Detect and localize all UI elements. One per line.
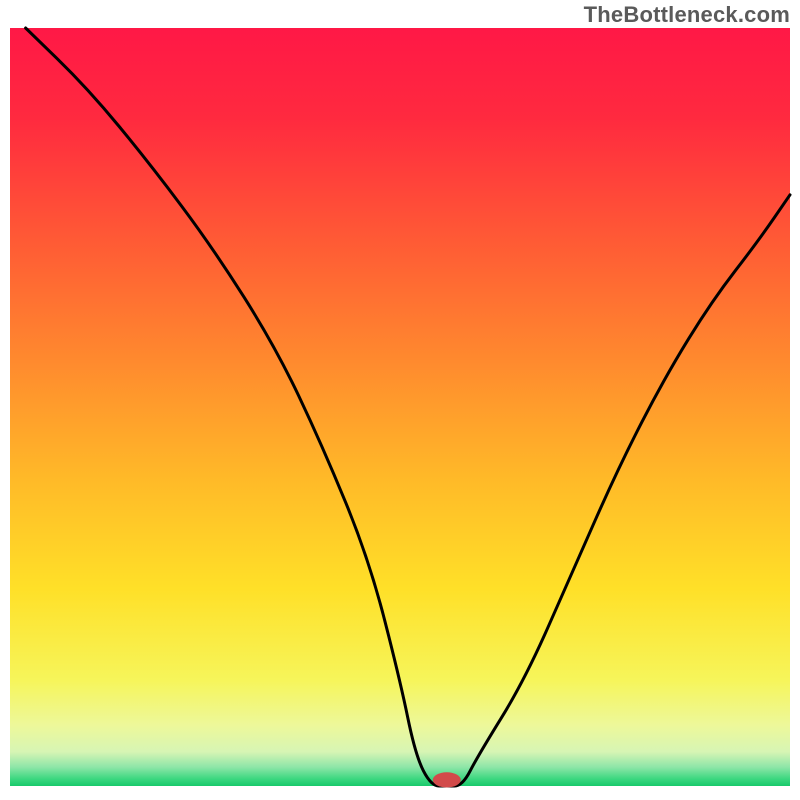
watermark-label: TheBottleneck.com [584, 2, 790, 28]
plot-background [10, 28, 790, 786]
bottleneck-chart [0, 0, 800, 800]
minimum-marker [433, 772, 461, 787]
chart-container: TheBottleneck.com [0, 0, 800, 800]
